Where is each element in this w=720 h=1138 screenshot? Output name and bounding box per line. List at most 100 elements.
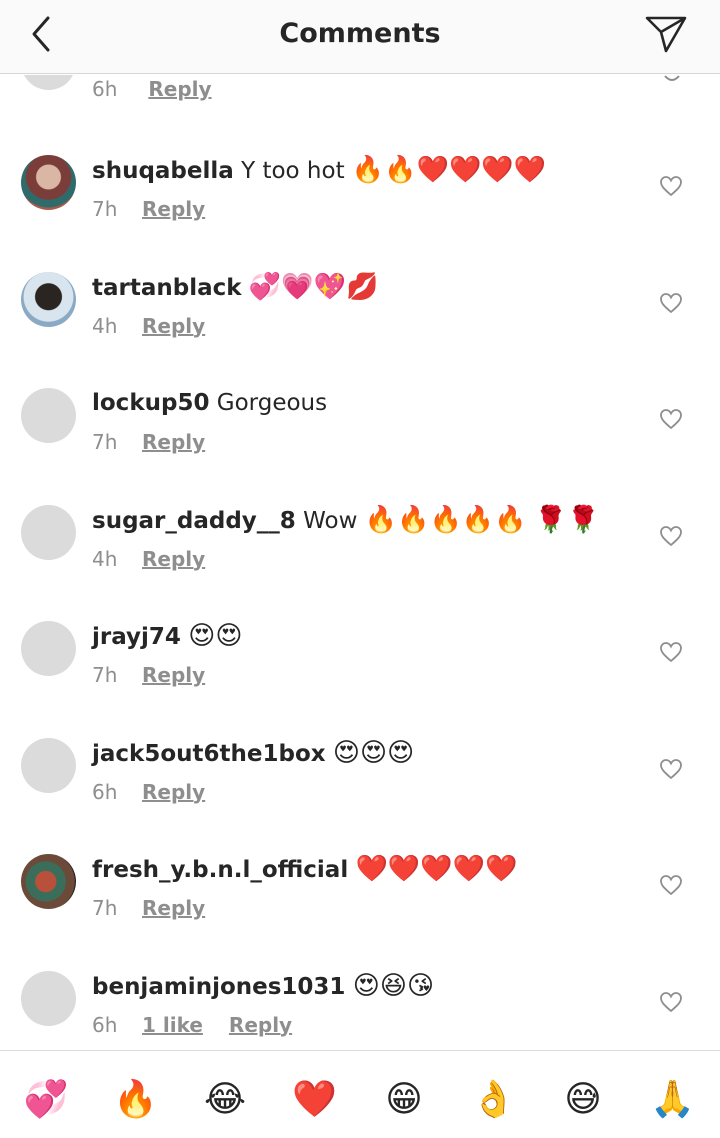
avatar[interactable] <box>21 388 76 443</box>
comment-row: jack5out6the1box 😍😍😍 6h Reply <box>0 737 720 854</box>
comment-meta: 4h Reply <box>92 545 205 573</box>
comment-username[interactable]: sugar_daddy__8 <box>92 508 296 534</box>
comment-meta: 7h Reply <box>92 894 205 922</box>
comment-username[interactable]: shuqabella <box>92 158 234 184</box>
comment-time: 7h <box>92 430 118 454</box>
reaction-folded-hands-button[interactable]: 🙏 <box>649 1077 697 1125</box>
heart-icon[interactable] <box>659 758 683 780</box>
comment-body: Y too hot <box>241 158 345 184</box>
heart-outline <box>660 525 682 546</box>
comment-username[interactable]: jack5out6the1box <box>92 741 326 767</box>
reply-button[interactable]: Reply <box>142 314 205 338</box>
comment-meta: 7h Reply <box>92 661 205 689</box>
avatar[interactable] <box>21 970 76 1026</box>
comment-text-line: tartanblack 💞💗💖💋 <box>92 272 652 303</box>
comment-text-line: fresh_y.b.n.l_official ❤️❤️❤️❤️❤️ <box>92 854 652 885</box>
comment-emoji: 🔥🔥🔥🔥🔥 🌹🌹 <box>364 504 600 535</box>
reaction-red-heart-button[interactable]: ❤️ <box>291 1077 339 1125</box>
comment-emoji: 😍😆😘 <box>352 970 435 1001</box>
reply-button[interactable]: Reply <box>142 780 205 804</box>
comment-meta: 6h 1 like Reply <box>92 1011 292 1039</box>
comment-time: 7h <box>92 663 118 687</box>
heart-outline <box>660 758 682 779</box>
comment-text-line: jack5out6the1box 😍😍😍 <box>92 738 652 769</box>
heart-icon[interactable] <box>659 991 683 1013</box>
reply-button[interactable]: Reply <box>148 77 211 101</box>
comment-text-line: jrayj74 😍😍 <box>92 621 652 652</box>
reaction-tears-of-joy-button[interactable]: 😂 <box>201 1077 249 1125</box>
comment-body: Gorgeous <box>216 390 328 416</box>
comment-body: Wow <box>303 507 358 534</box>
comment-username[interactable]: jrayj74 <box>92 624 181 650</box>
comment-time: 6h <box>92 1012 118 1037</box>
heart-outline <box>660 409 682 430</box>
heart-outline <box>660 875 682 896</box>
heart-outline <box>660 991 682 1012</box>
comment-text-line: sugar_daddy__8 Wow 🔥🔥🔥🔥🔥 🌹🌹 <box>92 505 652 536</box>
avatar[interactable] <box>21 621 76 676</box>
comment-row: lockup50 Gorgeous 7h Reply <box>0 388 720 504</box>
heart-outline <box>660 642 682 663</box>
comment-meta: 7h Reply <box>92 428 205 456</box>
reply-button[interactable]: Reply <box>229 1013 292 1037</box>
comment-row: shuqabella Y too hot 🔥🔥❤️❤️❤️❤️ 7h Reply <box>0 155 720 271</box>
comment-username[interactable]: benjaminjones1031 <box>92 974 345 1000</box>
avatar[interactable] <box>21 737 76 793</box>
comment-row: jrayj74 😍😍 7h Reply <box>0 621 720 737</box>
heart-icon[interactable] <box>659 641 683 663</box>
avatar[interactable] <box>21 75 76 90</box>
comment-row: tartanblack 💞💗💖💋 4h Reply <box>0 271 720 388</box>
comment-username[interactable]: lockup50 <box>92 390 209 416</box>
reply-button[interactable]: Reply <box>142 896 205 920</box>
reaction-ok-hand-button[interactable]: 👌 <box>470 1077 518 1125</box>
comment-username[interactable]: fresh_y.b.n.l_official <box>92 857 348 883</box>
heart-icon[interactable] <box>659 292 683 314</box>
reply-button[interactable]: Reply <box>142 197 205 221</box>
avatar[interactable] <box>21 155 76 210</box>
comment-emoji: 🔥🔥❤️❤️❤️❤️ <box>351 155 547 185</box>
comment-text-line: lockup50 Gorgeous <box>92 388 652 418</box>
comment-list[interactable]: 6h Reply shuqabella Y too hot 🔥🔥❤️❤️❤️❤️… <box>0 75 720 1050</box>
comment-row: sugar_daddy__8 Wow 🔥🔥🔥🔥🔥 🌹🌹 4h Reply <box>0 504 720 621</box>
comment-time: 7h <box>92 896 118 920</box>
paper-plane-icon[interactable] <box>644 14 688 54</box>
heart-icon[interactable] <box>659 874 683 896</box>
comment-emoji: 😍😍 <box>188 621 243 651</box>
top-bar: Comments <box>0 0 720 74</box>
comment-text-line: shuqabella Y too hot 🔥🔥❤️❤️❤️❤️ <box>92 155 652 186</box>
comment-username[interactable]: tartanblack <box>92 275 242 301</box>
heart-icon[interactable] <box>659 525 683 547</box>
comment-time: 7h <box>92 197 118 221</box>
comment-meta: 4h Reply <box>92 312 205 340</box>
avatar[interactable] <box>21 271 76 327</box>
reaction-sweat-smile-button[interactable]: 😅 <box>559 1077 607 1125</box>
comment-emoji: 💞💗💖💋 <box>248 271 379 302</box>
heart-outline <box>660 292 682 313</box>
comment-row: benjaminjones1031 😍😆😘 6h 1 like Reply <box>0 970 720 1051</box>
comment-time: 4h <box>92 546 118 571</box>
reaction-fire-button[interactable]: 🔥 <box>112 1077 160 1125</box>
reaction-revolving-hearts-button[interactable]: 💞 <box>22 1077 70 1125</box>
reply-button[interactable]: Reply <box>142 547 205 571</box>
comment-row: fresh_y.b.n.l_official ❤️❤️❤️❤️❤️ 7h Reply <box>0 854 720 970</box>
comment-time: 6h <box>92 77 118 101</box>
heart-icon[interactable] <box>659 175 683 197</box>
reply-button[interactable]: Reply <box>142 430 205 454</box>
comment-meta: 7h Reply <box>92 195 205 223</box>
avatar[interactable] <box>21 854 76 909</box>
emoji-reaction-bar: 💞 🔥 😂 ❤️ 😁 👌 😅 🙏 <box>0 1050 720 1138</box>
reply-button[interactable]: Reply <box>142 663 205 687</box>
comment-partial: 6h Reply <box>0 75 720 151</box>
heart-icon[interactable] <box>662 75 682 83</box>
heart-outline <box>660 176 682 197</box>
comment-meta: 6h Reply <box>92 778 205 806</box>
comment-meta: 6h Reply <box>92 75 212 103</box>
comment-text-line: benjaminjones1031 😍😆😘 <box>92 971 652 1002</box>
comment-time: 4h <box>92 313 118 338</box>
heart-icon[interactable] <box>659 408 683 430</box>
like-count-link[interactable]: 1 like <box>142 1013 203 1037</box>
avatar[interactable] <box>21 504 76 560</box>
page-title: Comments <box>279 18 441 49</box>
reaction-grinning-button[interactable]: 😁 <box>380 1077 428 1125</box>
comment-emoji: 😍😍😍 <box>332 737 415 768</box>
